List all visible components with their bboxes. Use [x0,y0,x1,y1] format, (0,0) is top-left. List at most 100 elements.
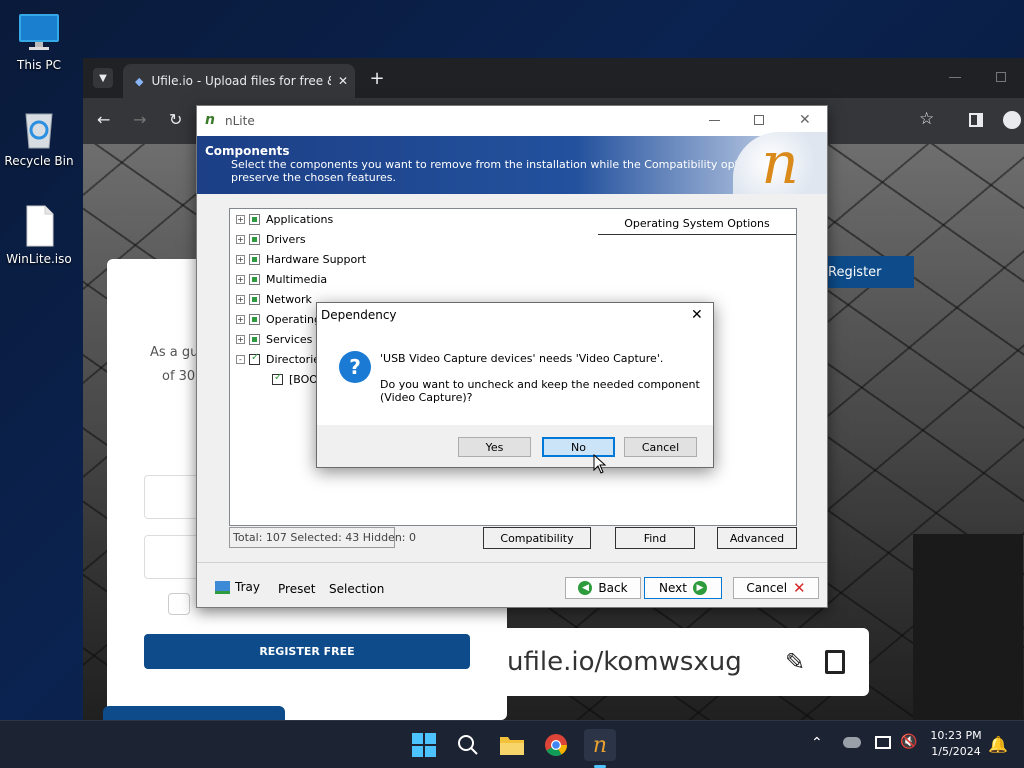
start-button[interactable] [408,729,440,761]
new-tab-button[interactable]: + [365,66,389,90]
maximize-icon[interactable] [996,72,1006,82]
checkbox-checked[interactable]: ✓ [249,351,260,365]
recycle-bin-icon [17,106,61,150]
input-field[interactable] [144,475,204,519]
tree-item-applications[interactable]: + Applications [236,209,333,229]
tree-item-network[interactable]: + Network [236,289,312,309]
back-arrow-icon[interactable]: ← [97,110,110,129]
browser-tab[interactable]: ◆ Ufile.io - Upload files for free & ✕ [123,64,355,98]
reload-icon[interactable]: ↻ [169,110,182,129]
profile-icon[interactable] [1003,111,1021,129]
cancel-button[interactable]: Cancel [624,437,697,457]
yes-button[interactable]: Yes [458,437,531,457]
checkbox[interactable] [249,313,260,325]
next-button[interactable]: Next ▶ [644,577,722,599]
nlite-title-bar: n nLite ✕ [197,106,827,136]
tree-item-label: Operating [266,312,321,326]
bottom-button[interactable] [103,706,285,720]
desktop-icon-this-pc[interactable]: This PC [3,10,75,72]
tree-item-boot[interactable]: ✓ [BOO [272,369,318,389]
forward-arrow-icon[interactable]: → [133,110,146,129]
maximize-icon[interactable] [754,115,764,125]
desktop-icon-label: WinLite.iso [6,252,72,266]
tree-item-label: Services [266,332,313,346]
network-icon[interactable] [875,736,891,749]
desktop-icon-label: Recycle Bin [4,154,74,168]
notification-bell-icon[interactable]: 🔔 [988,735,1008,754]
checkbox[interactable] [249,253,260,265]
nlite-taskbar-button[interactable]: n [584,729,616,761]
desktop-icon-winlite-iso[interactable]: WinLite.iso [3,204,75,266]
next-label: Next [659,581,687,595]
header-description: preserve the chosen features. [231,171,397,184]
tree-item-operating-system[interactable]: + Operating [236,309,321,329]
status-text: Total: 107 Selected: 43 Hidden: 0 [233,531,416,544]
copy-icon[interactable] [825,650,845,674]
minimize-icon[interactable] [949,77,961,78]
expander-icon[interactable]: + [236,334,245,344]
advanced-button[interactable]: Advanced [717,527,797,549]
edit-icon[interactable]: ✎ [785,648,805,676]
tray-button[interactable]: Tray [215,580,260,594]
cancel-button[interactable]: Cancel ✕ [733,577,819,599]
dialog-title: Dependency [321,308,397,322]
tree-item-label: Directorie [266,352,321,366]
share-link[interactable]: ufile.io/komwsxug [507,647,742,677]
tab-close-icon[interactable]: ✕ [331,74,355,88]
side-panel-icon[interactable] [969,113,983,127]
nlite-logo-icon: n [205,112,215,128]
input-field[interactable] [144,535,204,579]
search-button[interactable] [452,729,484,761]
desktop-icon-recycle-bin[interactable]: Recycle Bin [3,106,75,168]
expander-icon[interactable]: + [236,254,245,264]
checkbox[interactable] [249,213,260,225]
expander-icon[interactable]: + [236,314,245,324]
taskbar: n ⌃ 🔇 10:23 PM 1/5/2024 🔔 [0,720,1024,768]
checkbox[interactable] [249,333,260,345]
register-free-button[interactable]: REGISTER FREE [144,634,470,669]
selection-link[interactable]: Selection [329,582,384,596]
nlite-n-icon: n [761,129,799,197]
checkbox[interactable] [249,273,260,285]
dialog-message: 'USB Video Capture devices' needs 'Video… [380,352,664,365]
tab-bar: ▼ ◆ Ufile.io - Upload files for free & ✕… [83,58,1024,98]
tree-item-hardware-support[interactable]: + Hardware Support [236,249,366,269]
back-button[interactable]: ◀ Back [565,577,641,599]
window-title: nLite [225,114,255,128]
volume-muted-icon[interactable]: 🔇 [900,734,917,750]
register-link[interactable]: Register [826,256,914,288]
preset-link[interactable]: Preset [278,582,315,596]
find-button[interactable]: Find [615,527,695,549]
terms-checkbox[interactable] [168,593,190,615]
minimize-icon[interactable] [709,120,720,121]
checkbox-checked[interactable]: ✓ [272,372,283,385]
chrome-button[interactable] [540,729,572,761]
building-silhouette [913,534,1023,720]
bookmark-star-icon[interactable]: ☆ [919,109,934,129]
share-link-box: ufile.io/komwsxug ✎ [507,628,869,696]
close-icon[interactable]: ✕ [799,112,811,128]
chevron-up-icon[interactable]: ⌃ [811,735,823,751]
checkmark-icon: ✓ [251,351,260,363]
tree-item-services[interactable]: + Services [236,329,312,349]
expander-icon[interactable]: - [236,354,245,364]
back-arrow-icon: ◀ [578,581,593,595]
checkbox[interactable] [249,293,260,305]
expander-icon[interactable]: + [236,234,245,244]
expander-icon[interactable]: + [236,294,245,304]
close-icon[interactable]: ✕ [691,307,703,323]
expander-icon[interactable]: + [236,214,245,224]
monitor-icon [17,10,61,54]
tab-list-button[interactable]: ▼ [93,68,113,88]
expander-icon[interactable]: + [236,274,245,284]
tree-item-directories[interactable]: - ✓ Directorie [236,349,320,369]
back-label: Back [598,581,628,595]
status-bar: Total: 107 Selected: 43 Hidden: 0 [229,527,416,548]
file-explorer-button[interactable] [496,729,528,761]
tree-item-multimedia[interactable]: + Multimedia [236,269,327,289]
compatibility-button[interactable]: Compatibility [483,527,591,549]
tree-item-drivers[interactable]: + Drivers [236,229,306,249]
clock[interactable]: 10:23 PM 1/5/2024 [926,728,986,760]
checkbox[interactable] [249,233,260,245]
cloud-offline-icon[interactable] [843,737,861,748]
